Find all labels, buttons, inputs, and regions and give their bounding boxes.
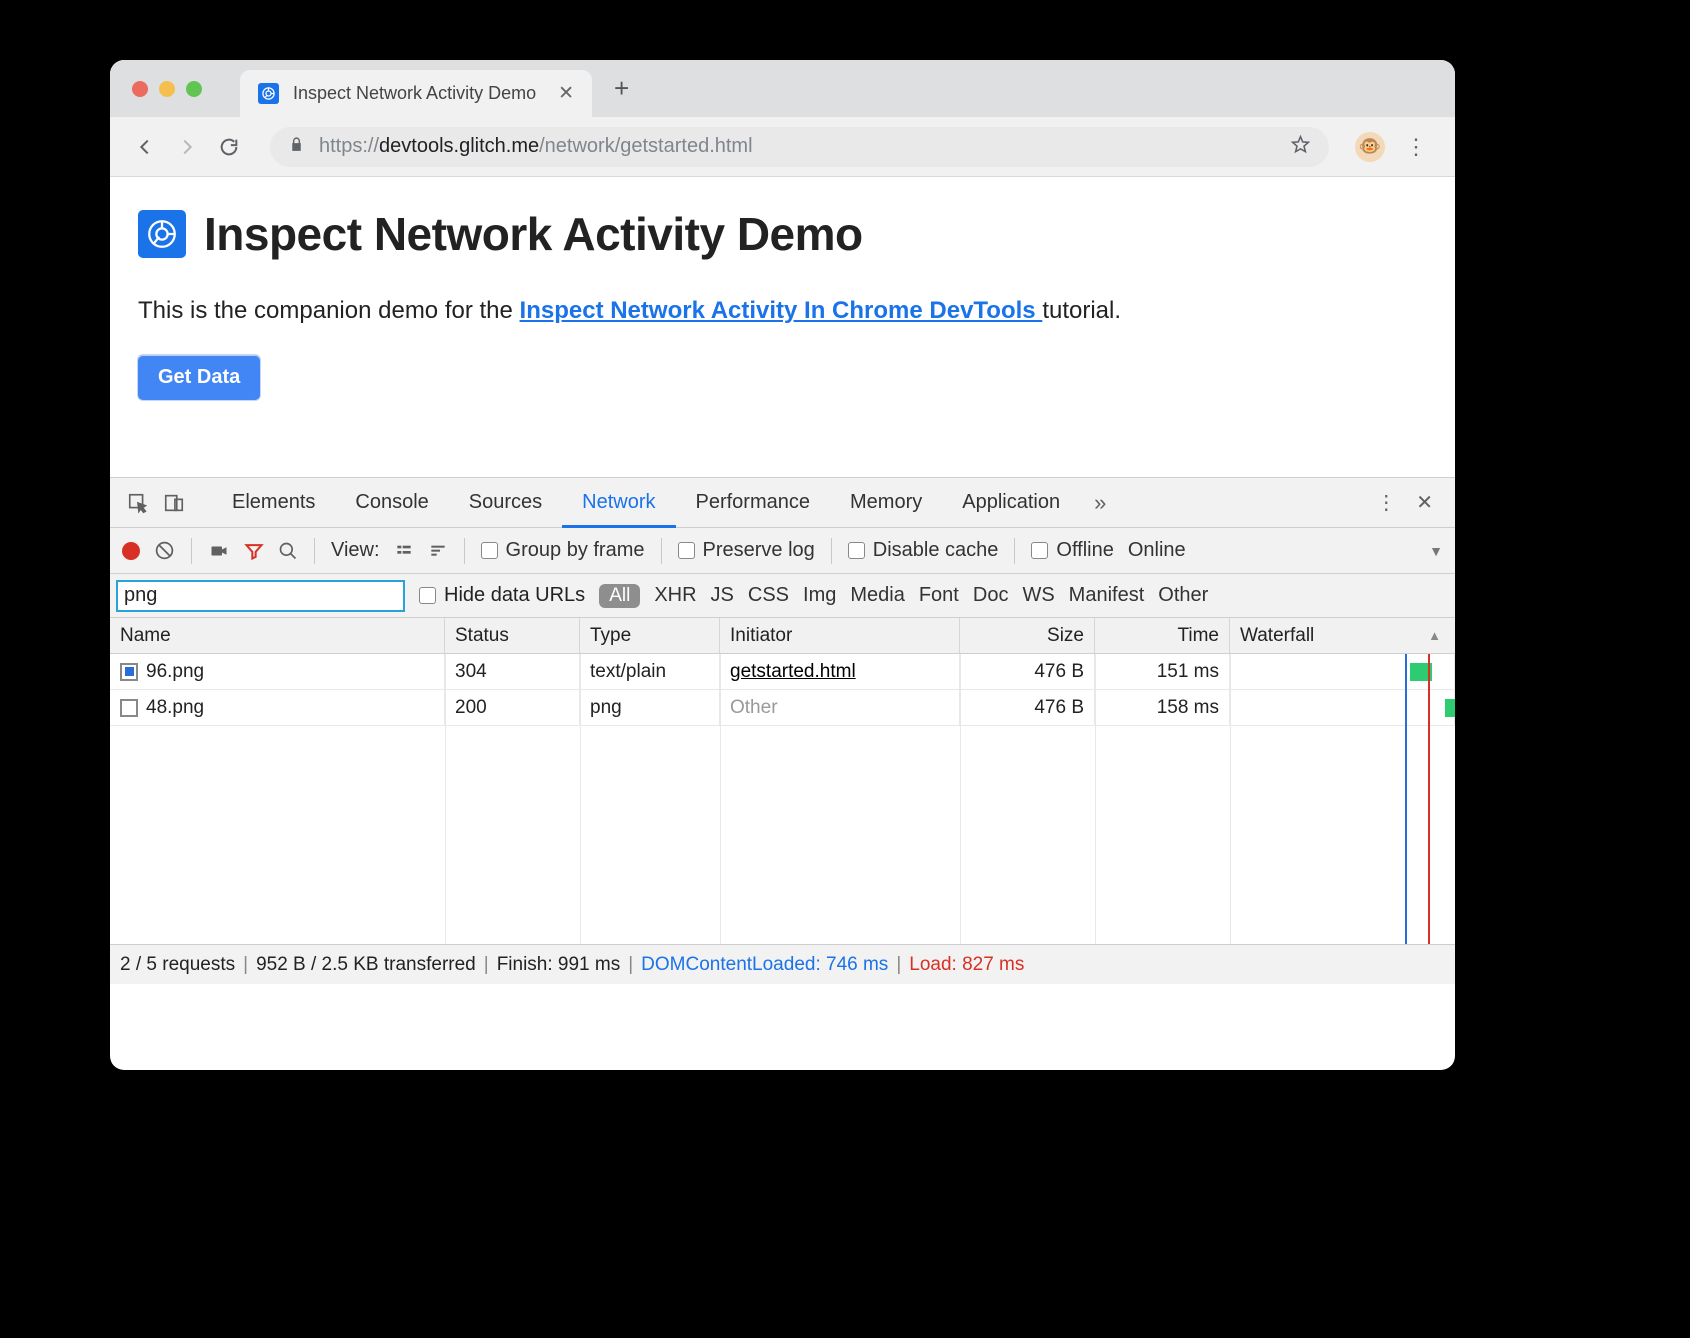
filter-media[interactable]: Media <box>850 584 904 607</box>
filter-ws[interactable]: WS <box>1022 584 1054 607</box>
col-type[interactable]: Type <box>580 618 720 653</box>
filter-icon[interactable] <box>244 541 264 561</box>
waterfall-bar <box>1445 699 1455 717</box>
network-status-bar: 2 / 5 requests| 952 B / 2.5 KB transferr… <box>110 944 1455 984</box>
col-name[interactable]: Name <box>110 618 445 653</box>
page-paragraph: This is the companion demo for the Inspe… <box>138 297 1427 325</box>
browser-window: Inspect Network Activity Demo ✕ + https:… <box>110 60 1455 1070</box>
table-row[interactable]: 96.png 304 text/plain getstarted.html 47… <box>110 654 1455 690</box>
minimize-window-button[interactable] <box>159 81 175 97</box>
maximize-window-button[interactable] <box>186 81 202 97</box>
tutorial-link[interactable]: Inspect Network Activity In Chrome DevTo… <box>520 297 1043 324</box>
lock-icon <box>288 136 305 158</box>
tab-console[interactable]: Console <box>335 478 448 528</box>
tab-title: Inspect Network Activity Demo <box>293 83 536 104</box>
filter-js[interactable]: JS <box>711 584 734 607</box>
tab-memory[interactable]: Memory <box>830 478 942 528</box>
col-status[interactable]: Status <box>445 618 580 653</box>
filter-doc[interactable]: Doc <box>973 584 1009 607</box>
close-window-button[interactable] <box>132 81 148 97</box>
hide-data-urls-checkbox[interactable]: Hide data URLs <box>419 584 585 607</box>
camera-icon[interactable] <box>208 542 230 560</box>
reload-button[interactable] <box>214 132 244 162</box>
grid-body: 96.png 304 text/plain getstarted.html 47… <box>110 654 1455 944</box>
col-time[interactable]: Time <box>1095 618 1230 653</box>
clear-icon[interactable] <box>154 540 175 561</box>
group-by-frame-checkbox[interactable]: Group by frame <box>481 539 645 562</box>
page-logo-icon <box>138 210 186 258</box>
browser-toolbar: https://devtools.glitch.me/network/getst… <box>110 117 1455 177</box>
search-icon[interactable] <box>278 541 298 561</box>
profile-avatar[interactable]: 🐵 <box>1355 132 1385 162</box>
tab-performance[interactable]: Performance <box>676 478 831 528</box>
sb-finish: Finish: 991 ms <box>497 954 621 976</box>
throttling-dropdown-icon[interactable]: ▼ <box>1429 543 1443 559</box>
grid-header: Name Status Type Initiator Size Time Wat… <box>110 618 1455 654</box>
tab-application[interactable]: Application <box>942 478 1080 528</box>
devtools-tabs: Elements Console Sources Network Perform… <box>110 478 1455 528</box>
tab-network[interactable]: Network <box>562 478 675 528</box>
address-bar[interactable]: https://devtools.glitch.me/network/getst… <box>270 127 1329 167</box>
filter-manifest[interactable]: Manifest <box>1069 584 1145 607</box>
url-text: https://devtools.glitch.me/network/getst… <box>319 135 753 158</box>
back-button[interactable] <box>130 132 160 162</box>
file-thumb-icon <box>120 699 138 717</box>
col-waterfall[interactable]: Waterfall <box>1230 618 1455 653</box>
overview-icon[interactable] <box>428 543 448 559</box>
dcl-marker <box>1405 654 1407 944</box>
file-thumb-icon <box>120 663 138 681</box>
bookmark-star-icon[interactable] <box>1290 134 1311 160</box>
traffic-lights <box>132 81 202 97</box>
preserve-log-checkbox[interactable]: Preserve log <box>678 539 815 562</box>
offline-checkbox[interactable]: Offline <box>1031 539 1113 562</box>
filter-other[interactable]: Other <box>1158 584 1208 607</box>
record-button[interactable] <box>122 542 140 560</box>
filter-input[interactable] <box>116 580 405 612</box>
filter-all-pill[interactable]: All <box>599 584 640 608</box>
sb-load: Load: 827 ms <box>909 954 1024 976</box>
close-tab-icon[interactable]: ✕ <box>558 82 574 105</box>
forward-button[interactable] <box>172 132 202 162</box>
window-titlebar: Inspect Network Activity Demo ✕ + <box>110 60 1455 117</box>
filter-css[interactable]: CSS <box>748 584 789 607</box>
filter-img[interactable]: Img <box>803 584 836 607</box>
network-toolbar: View: Group by frame Preserve log Disabl… <box>110 528 1455 574</box>
load-marker <box>1428 654 1430 944</box>
sb-transferred: 952 B / 2.5 KB transferred <box>256 954 476 976</box>
col-initiator[interactable]: Initiator <box>720 618 960 653</box>
table-row[interactable]: 48.png 200 png Other 476 B 158 ms <box>110 690 1455 726</box>
device-toggle-icon[interactable] <box>156 492 192 514</box>
large-rows-icon[interactable] <box>394 543 414 559</box>
sb-dcl: DOMContentLoaded: 746 ms <box>641 954 888 976</box>
inspect-element-icon[interactable] <box>120 492 156 514</box>
network-filter-bar: Hide data URLs All XHR JS CSS Img Media … <box>110 574 1455 618</box>
view-label: View: <box>331 539 380 562</box>
sb-requests: 2 / 5 requests <box>120 954 235 976</box>
browser-menu-icon[interactable]: ⋮ <box>1405 134 1427 160</box>
more-tabs-icon[interactable]: » <box>1094 490 1106 516</box>
devtools-menu-icon[interactable]: ⋮ <box>1376 490 1396 515</box>
network-grid: Name Status Type Initiator Size Time Wat… <box>110 618 1455 944</box>
new-tab-button[interactable]: + <box>614 73 629 104</box>
disable-cache-checkbox[interactable]: Disable cache <box>848 539 999 562</box>
devtools-panel: Elements Console Sources Network Perform… <box>110 477 1455 984</box>
filter-xhr[interactable]: XHR <box>654 584 696 607</box>
browser-tab[interactable]: Inspect Network Activity Demo ✕ <box>240 70 592 117</box>
filter-font[interactable]: Font <box>919 584 959 607</box>
get-data-button[interactable]: Get Data <box>138 355 260 400</box>
tab-elements[interactable]: Elements <box>212 478 335 528</box>
online-selector[interactable]: Online <box>1128 539 1186 562</box>
favicon-icon <box>258 83 279 104</box>
tab-sources[interactable]: Sources <box>449 478 562 528</box>
page-content: Inspect Network Activity Demo This is th… <box>110 177 1455 477</box>
page-heading: Inspect Network Activity Demo <box>204 207 863 261</box>
devtools-close-icon[interactable]: ✕ <box>1416 490 1433 515</box>
initiator-link[interactable]: getstarted.html <box>730 661 856 683</box>
col-size[interactable]: Size <box>960 618 1095 653</box>
